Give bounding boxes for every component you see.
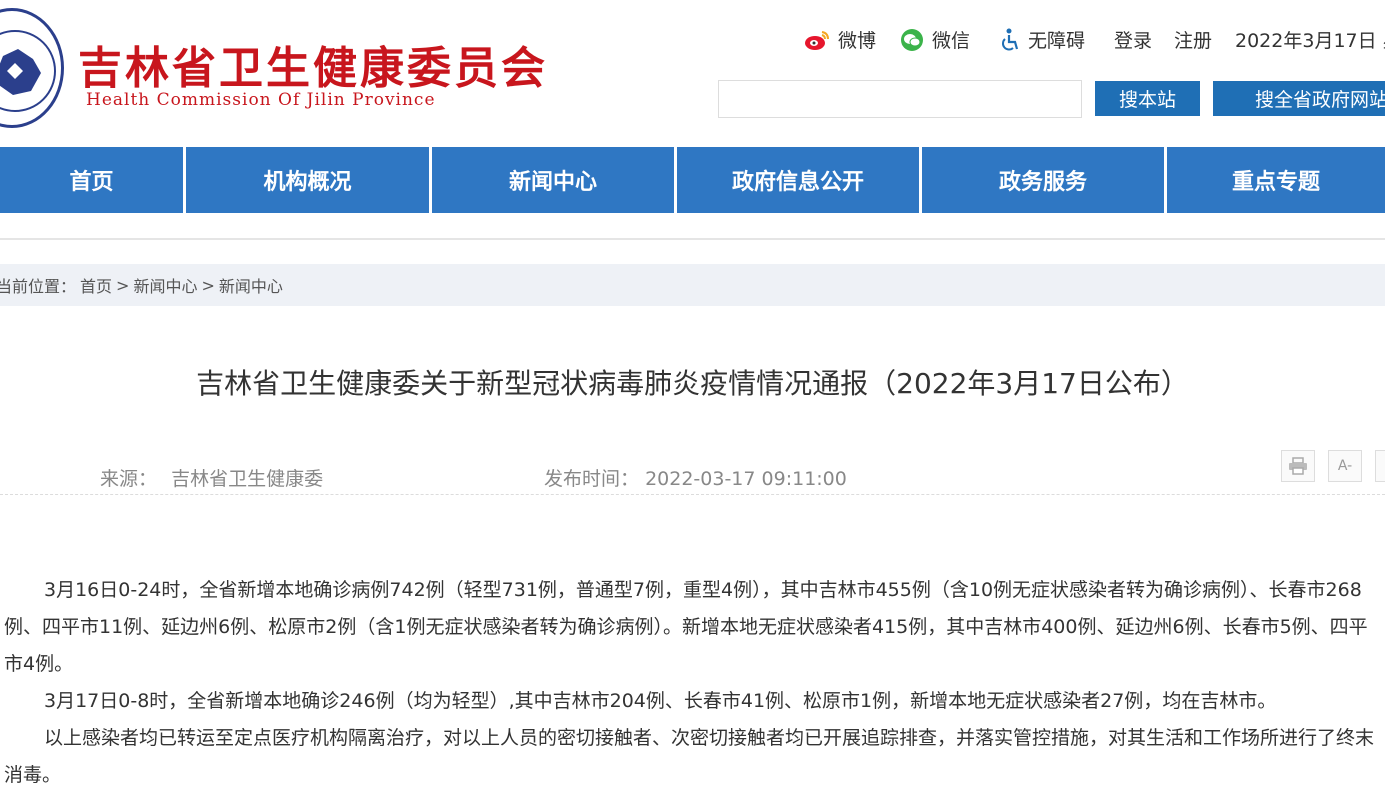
site-subtitle: Health Commission Of Jilin Province [86,90,436,110]
main-nav: 首页 机构概况 新闻中心 政府信息公开 政务服务 重点专题 [0,147,1385,213]
print-icon [1289,457,1307,475]
logo-emblem [0,8,64,128]
article-time: 发布时间： 2022-03-17 09:11:00 [544,464,847,491]
weibo-icon [805,30,829,50]
paragraph: 3月17日0-8时，全省新增本地确诊246例（均为轻型）,其中吉林市204例、长… [44,690,1277,712]
search-site-button[interactable]: 搜本站 [1095,81,1200,116]
article-content: 3月16日0-24时，全省新增本地确诊病例742例（轻型731例，普通型7例，重… [4,572,1381,794]
emblem-icon [0,30,56,112]
paragraph: 3月16日0-24时，全省新增本地确诊病例742例（轻型731例，普通型7例，重… [4,579,1368,675]
paragraph: 以上感染者均已转运至定点医疗机构隔离治疗，对以上人员的密切接触者、次密切接触者均… [4,727,1375,786]
wechat-icon [901,28,923,51]
article-source: 来源： 吉林省卫生健康委 [100,464,323,491]
print-button[interactable] [1281,450,1315,482]
site-title: 吉林省卫生健康委员会 [78,43,548,94]
meta-divider [0,494,1385,495]
search-input[interactable] [718,80,1082,118]
time-value: 2022-03-17 09:11:00 [645,468,847,490]
breadcrumb-home[interactable]: 首页 [80,273,112,297]
source-value: 吉林省卫生健康委 [171,468,324,490]
weibo-link[interactable]: 微博 [804,26,876,53]
accessibility-icon [1002,28,1019,50]
current-date: 2022年3月17日 星 [1235,30,1385,52]
weibo-label: 微博 [838,30,877,52]
accessibility-label: 无障碍 [1028,30,1086,52]
time-label: 发布时间： [544,468,640,490]
wechat-label: 微信 [932,30,971,52]
search-gov-button[interactable]: 搜全省政府网站 [1213,81,1385,116]
breadcrumb: 当前位置： 首页 > 新闻中心 > 新闻中心 [0,264,1385,306]
nav-services[interactable]: 政务服务 [922,147,1167,213]
nav-news[interactable]: 新闻中心 [432,147,677,213]
breadcrumb-news[interactable]: 新闻中心 [133,273,197,297]
nav-home[interactable]: 首页 [0,147,186,213]
nav-topics[interactable]: 重点专题 [1167,147,1385,213]
breadcrumb-separator: > [201,275,215,295]
breadcrumb-label: 当前位置： [0,277,77,296]
divider [0,238,1385,240]
breadcrumb-news-current[interactable]: 新闻中心 [219,273,283,297]
article-title: 吉林省卫生健康委关于新型冠状病毒肺炎疫情情况通报（2022年3月17日公布） [196,367,1189,400]
accessibility-link[interactable]: 无障碍 [1000,26,1085,53]
wechat-link[interactable]: 微信 [900,26,970,53]
nav-about[interactable]: 机构概况 [186,147,432,213]
nav-gov-info[interactable]: 政府信息公开 [677,147,922,213]
login-link[interactable]: 登录 [1114,26,1152,53]
breadcrumb-separator: > [116,275,130,295]
source-label: 来源： [100,468,158,490]
register-link[interactable]: 注册 [1174,26,1212,53]
font-decrease-button[interactable]: A- [1328,450,1362,482]
font-increase-button[interactable] [1375,450,1385,482]
